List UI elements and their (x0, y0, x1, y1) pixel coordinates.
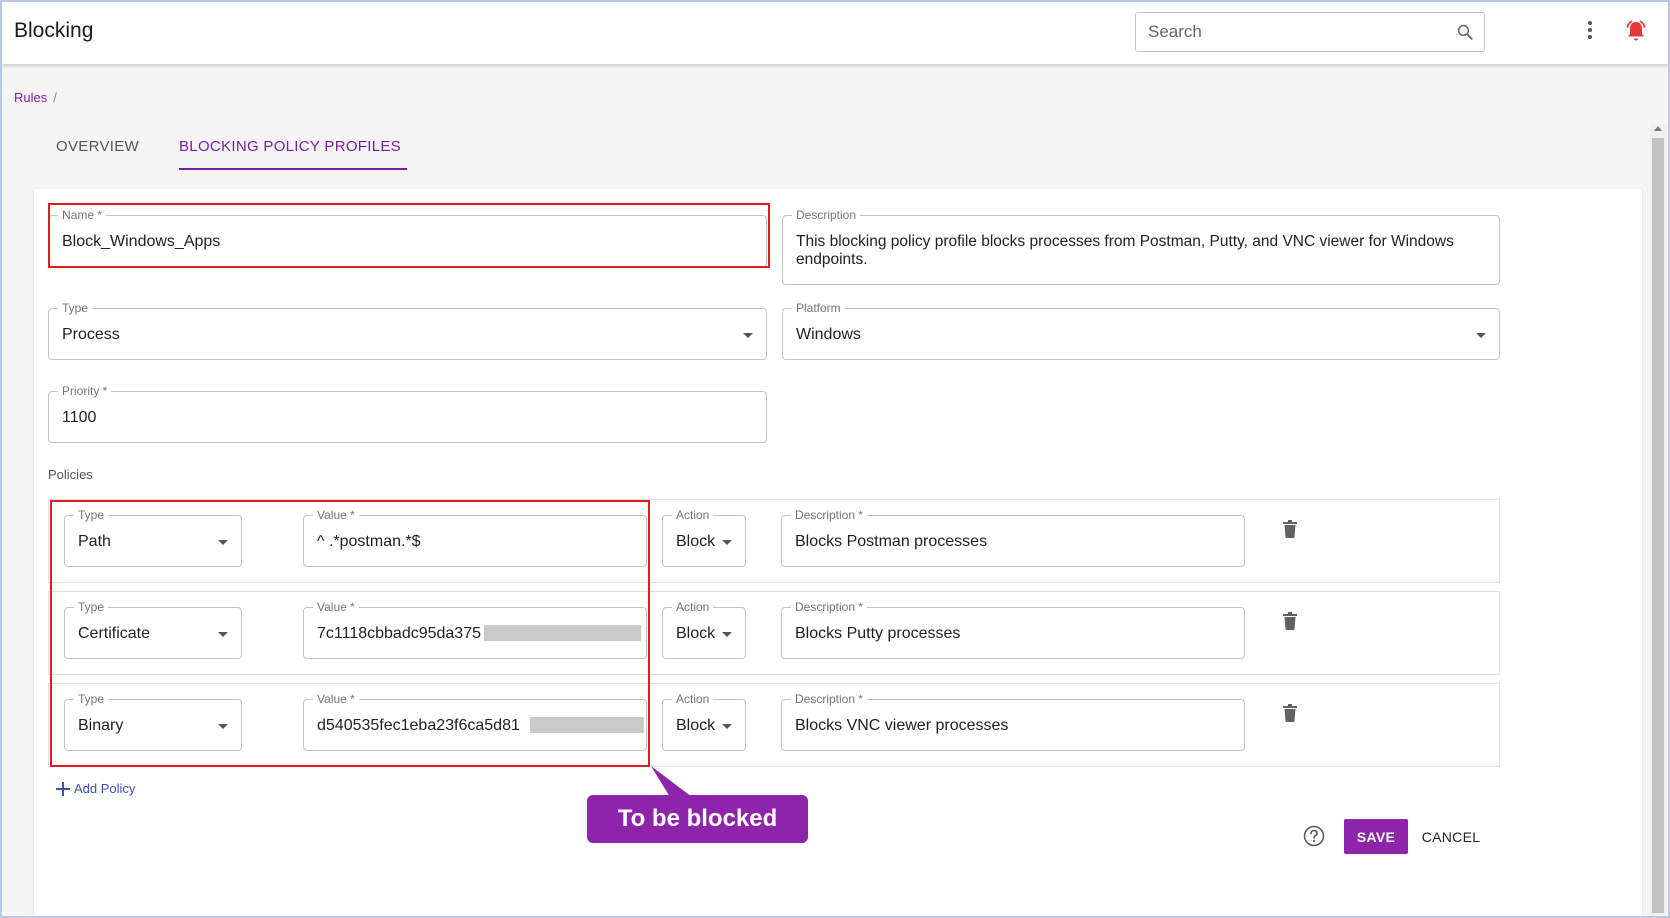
scrollbar-thumb[interactable] (1652, 138, 1664, 913)
chevron-down-icon[interactable] (218, 724, 228, 729)
chevron-down-icon[interactable] (722, 724, 732, 729)
chevron-down-icon[interactable] (218, 632, 228, 637)
name-field[interactable]: Name * Block_Windows_Apps (48, 208, 767, 267)
policy-description-value[interactable]: Blocks Putty processes (795, 624, 960, 644)
chevron-down-icon[interactable] (1476, 333, 1486, 338)
policy-value[interactable]: d540535fec1eba23f6ca5d81 (317, 716, 520, 736)
policy-value-label: Value * (313, 600, 359, 614)
policy-description-label: Description * (791, 600, 868, 614)
policy-row (48, 683, 1500, 767)
breadcrumb: Rules / (14, 90, 57, 105)
policy-description-value[interactable]: Blocks Postman processes (795, 532, 987, 552)
search-icon[interactable] (1456, 23, 1474, 41)
policy-action-value: Block (676, 625, 716, 642)
chevron-down-icon[interactable] (218, 540, 228, 545)
chevron-down-icon[interactable] (722, 632, 732, 637)
search-input[interactable] (1148, 21, 1448, 43)
policy-description-field[interactable]: Description * Blocks VNC viewer processe… (781, 692, 1245, 751)
policy-action-label: Action (672, 508, 714, 522)
delete-icon[interactable] (1283, 612, 1297, 630)
priority-value[interactable]: 1100 (62, 408, 96, 428)
policy-description-label: Description * (791, 508, 868, 522)
policy-action-value: Block (676, 717, 716, 734)
type-select[interactable]: Type Process (48, 301, 767, 360)
policy-value-field[interactable]: Value * 7c1118cbbadc95da375 (303, 600, 647, 659)
redacted-overlay (484, 625, 641, 641)
policy-description-field[interactable]: Description * Blocks Putty processes (781, 600, 1245, 659)
add-policy-button[interactable]: Add Policy (56, 781, 135, 796)
policy-type-select[interactable]: Type Binary (64, 692, 242, 751)
tab-blocking-policy-profiles[interactable]: BLOCKING POLICY PROFILES (179, 138, 401, 155)
cancel-button[interactable]: CANCEL (1416, 819, 1486, 854)
save-button[interactable]: SAVE (1344, 819, 1408, 854)
policy-value[interactable]: 7c1118cbbadc95da375 (317, 624, 481, 644)
priority-field[interactable]: Priority * 1100 (48, 384, 767, 443)
type-value: Process (62, 326, 120, 343)
name-label: Name * (58, 208, 107, 222)
policy-type-value: Path (78, 533, 111, 550)
active-tab-indicator (179, 168, 407, 170)
platform-label: Platform (792, 301, 845, 315)
chevron-down-icon[interactable] (743, 333, 753, 338)
policy-action-select[interactable]: Action Block (662, 600, 746, 659)
policy-value-label: Value * (313, 508, 359, 522)
policy-type-value: Certificate (78, 625, 151, 642)
policy-type-label: Type (74, 692, 109, 706)
description-field[interactable]: Description This blocking policy profile… (782, 208, 1500, 285)
app-window: Blocking Rules / OVERVIEW BLOCKING POLICY… (0, 0, 1670, 918)
help-icon[interactable] (1303, 825, 1325, 847)
policy-action-label: Action (672, 692, 714, 706)
policy-description-value[interactable]: Blocks VNC viewer processes (795, 716, 1008, 736)
annotation-callout: To be blocked (587, 795, 808, 843)
delete-icon[interactable] (1283, 520, 1297, 538)
page-title: Blocking (14, 19, 94, 42)
type-label: Type (58, 301, 93, 315)
breadcrumb-separator: / (53, 90, 57, 105)
plus-icon (56, 781, 70, 796)
tab-overview[interactable]: OVERVIEW (56, 138, 139, 155)
platform-select[interactable]: Platform Windows (782, 301, 1500, 360)
policy-value-field[interactable]: Value * ^ .*postman.*$ (303, 508, 647, 567)
scroll-up-arrow-icon[interactable] (1654, 126, 1662, 131)
policy-action-label: Action (672, 600, 714, 614)
more-vert-icon[interactable] (1587, 20, 1593, 40)
policy-row (48, 591, 1500, 675)
add-policy-label: Add Policy (74, 781, 136, 796)
policy-action-value: Block (676, 533, 716, 550)
policy-value[interactable]: ^ .*postman.*$ (317, 532, 421, 552)
policy-type-select[interactable]: Type Path (64, 508, 242, 567)
chevron-down-icon[interactable] (722, 540, 732, 545)
policy-value-label: Value * (313, 692, 359, 706)
policy-description-label: Description * (791, 692, 868, 706)
policy-description-field[interactable]: Description * Blocks Postman processes (781, 508, 1245, 567)
policy-type-select[interactable]: Type Certificate (64, 600, 242, 659)
name-value[interactable]: Block_Windows_Apps (62, 232, 220, 252)
policy-type-value: Binary (78, 717, 124, 734)
search-box[interactable] (1135, 12, 1485, 52)
policy-row (48, 499, 1500, 583)
policies-heading: Policies (48, 467, 93, 482)
description-label: Description (792, 208, 861, 222)
top-bar: Blocking (2, 2, 1668, 64)
description-value[interactable]: This blocking policy profile blocks proc… (796, 233, 1486, 269)
delete-icon[interactable] (1283, 704, 1297, 722)
platform-value: Windows (796, 326, 861, 343)
policy-action-select[interactable]: Action Block (662, 508, 746, 567)
scrollbar[interactable] (1650, 124, 1666, 916)
policy-action-select[interactable]: Action Block (662, 692, 746, 751)
policy-type-label: Type (74, 508, 109, 522)
redacted-overlay (530, 717, 644, 733)
bell-alert-icon[interactable] (1624, 19, 1648, 43)
policy-type-label: Type (74, 600, 109, 614)
breadcrumb-item-rules[interactable]: Rules (14, 90, 47, 105)
policy-value-field[interactable]: Value * d540535fec1eba23f6ca5d81 (303, 692, 647, 751)
priority-label: Priority * (58, 384, 112, 398)
